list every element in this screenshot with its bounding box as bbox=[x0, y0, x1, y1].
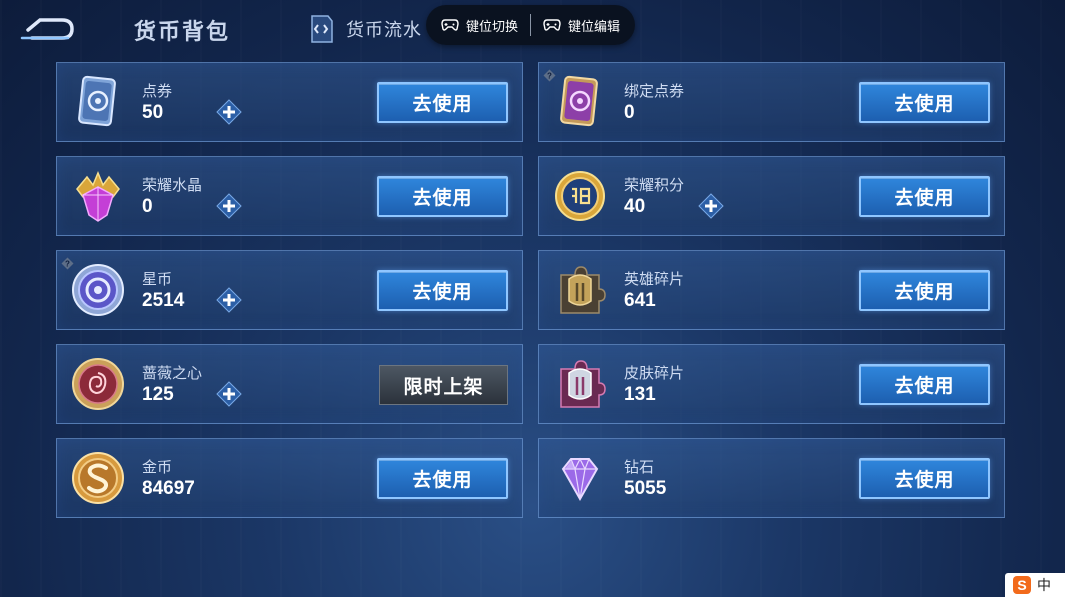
add-glory-points-button[interactable] bbox=[698, 193, 724, 219]
rose-heart-icon bbox=[69, 355, 127, 413]
currency-amount: 84697 bbox=[142, 478, 195, 499]
currency-name: 荣耀积分 bbox=[624, 176, 685, 194]
skin-fragment-icon bbox=[551, 355, 609, 413]
currency-card-skin-fragment: 皮肤碎片 131 去使用 bbox=[538, 344, 1005, 424]
tab-currency-flow-label: 货币流水 bbox=[346, 20, 422, 41]
hero-fragment-icon bbox=[551, 261, 609, 319]
glory-crystal-icon bbox=[69, 167, 127, 225]
star-coin-icon bbox=[69, 261, 127, 319]
currency-name: 绑定点券 bbox=[624, 82, 685, 100]
currency-amount: 5055 bbox=[624, 478, 667, 499]
back-button[interactable] bbox=[18, 12, 78, 46]
gold-coin-icon bbox=[69, 449, 127, 507]
bound-coupon-card-icon bbox=[551, 73, 609, 131]
use-diamond-button[interactable]: 去使用 bbox=[859, 458, 990, 499]
currency-amount: 125 bbox=[142, 384, 174, 405]
plus-icon bbox=[698, 193, 724, 219]
limited-time-button[interactable]: 限时上架 bbox=[379, 365, 508, 405]
gamepad-icon bbox=[543, 19, 561, 31]
currency-grid: 点券 50 去使用 ? 绑定点券 0 去使用 荣耀水晶 0 去使用 荣耀积分 4… bbox=[56, 62, 1005, 518]
currency-name: 皮肤碎片 bbox=[624, 364, 685, 382]
tab-currency-flow[interactable]: 货币流水 bbox=[306, 12, 422, 46]
currency-name: 钻石 bbox=[624, 458, 655, 476]
currency-amount: 40 bbox=[624, 196, 646, 217]
keymap-toolbar: 键位切换 键位编辑 bbox=[426, 5, 635, 45]
currency-card-gold-coin: 金币 84697 去使用 bbox=[56, 438, 523, 518]
use-glory-points-button[interactable]: 去使用 bbox=[859, 176, 990, 217]
currency-amount: 2514 bbox=[142, 290, 185, 311]
currency-name: 星币 bbox=[142, 270, 173, 288]
currency-card-bound-coupon: ? 绑定点券 0 去使用 bbox=[538, 62, 1005, 142]
currency-amount: 0 bbox=[624, 102, 635, 123]
back-arrow-icon bbox=[20, 18, 74, 40]
currency-card-star-coin: ? 星币 2514 去使用 bbox=[56, 250, 523, 330]
add-glory-crystal-button[interactable] bbox=[216, 193, 242, 219]
currency-card-coupon: 点券 50 去使用 bbox=[56, 62, 523, 142]
plus-icon bbox=[216, 381, 242, 407]
currency-amount: 0 bbox=[142, 196, 153, 217]
add-rose-heart-button[interactable] bbox=[216, 381, 242, 407]
page-title: 货币背包 bbox=[134, 20, 231, 45]
plus-icon bbox=[216, 287, 242, 313]
use-star-coin-button[interactable]: 去使用 bbox=[377, 270, 508, 311]
keymap-edit-label: 键位编辑 bbox=[568, 19, 621, 35]
coupon-card-icon bbox=[69, 73, 127, 131]
currency-amount: 50 bbox=[142, 102, 164, 123]
ledger-card-icon bbox=[311, 15, 333, 43]
currency-card-glory-points: 荣耀积分 40 去使用 bbox=[538, 156, 1005, 236]
input-method-widget[interactable]: S 中 bbox=[1005, 573, 1065, 597]
input-mode-label: 中 bbox=[1037, 578, 1051, 594]
currency-name: 点券 bbox=[142, 82, 173, 100]
currency-name: 金币 bbox=[142, 458, 173, 476]
plus-icon bbox=[216, 99, 242, 125]
keymap-switch-label: 键位切换 bbox=[465, 19, 518, 35]
gamepad-icon bbox=[441, 19, 459, 31]
sogou-logo-icon: S bbox=[1013, 576, 1031, 594]
currency-card-diamond: 钻石 5055 去使用 bbox=[538, 438, 1005, 518]
use-hero-fragment-button[interactable]: 去使用 bbox=[859, 270, 990, 311]
currency-card-glory-crystal: 荣耀水晶 0 去使用 bbox=[56, 156, 523, 236]
currency-card-rose-heart: 蔷薇之心 125 限时上架 bbox=[56, 344, 523, 424]
use-coupon-button[interactable]: 去使用 bbox=[377, 82, 508, 123]
use-skin-fragment-button[interactable]: 去使用 bbox=[859, 364, 990, 405]
use-bound-coupon-button[interactable]: 去使用 bbox=[859, 82, 990, 123]
currency-card-hero-fragment: 英雄碎片 641 去使用 bbox=[538, 250, 1005, 330]
keymap-switch-button[interactable]: 键位切换 bbox=[429, 16, 530, 35]
keymap-edit-button[interactable]: 键位编辑 bbox=[531, 16, 632, 35]
diamond-icon bbox=[551, 449, 609, 507]
add-star-coin-button[interactable] bbox=[216, 287, 242, 313]
currency-name: 荣耀水晶 bbox=[142, 176, 203, 194]
plus-icon bbox=[216, 193, 242, 219]
glory-points-icon bbox=[551, 167, 609, 225]
use-glory-crystal-button[interactable]: 去使用 bbox=[377, 176, 508, 217]
currency-amount: 641 bbox=[624, 290, 656, 311]
currency-name: 蔷薇之心 bbox=[142, 364, 203, 382]
add-coupon-button[interactable] bbox=[216, 99, 242, 125]
currency-name: 英雄碎片 bbox=[624, 270, 685, 288]
currency-amount: 131 bbox=[624, 384, 656, 405]
use-gold-coin-button[interactable]: 去使用 bbox=[377, 458, 508, 499]
